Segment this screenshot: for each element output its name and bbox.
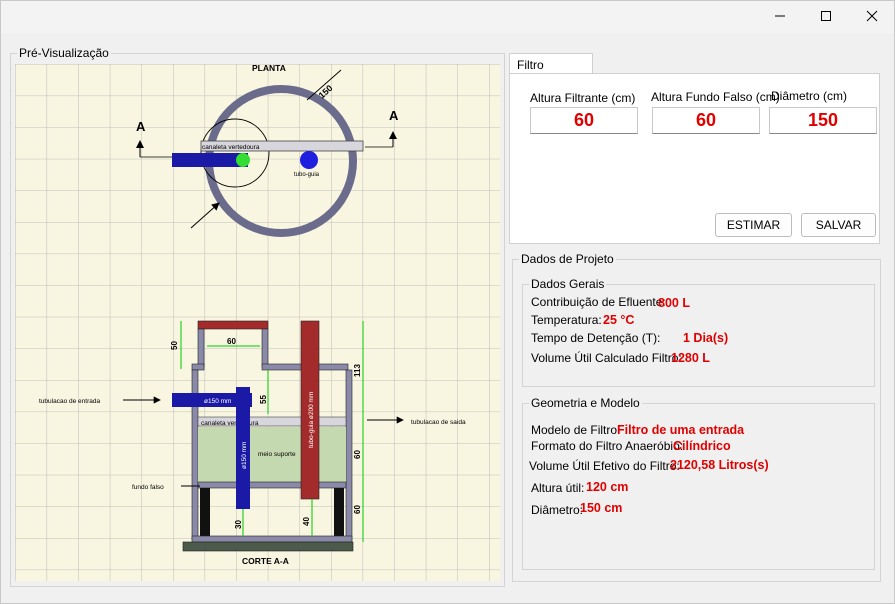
dados-projeto-title: Dados de Projeto — [519, 252, 616, 266]
diametro-geom-label: Diâmetro: — [531, 503, 584, 517]
plan-guide-label: tubo-guia — [294, 172, 320, 178]
maximize-icon — [821, 11, 831, 21]
preview-group-title: Pré-Visualização — [17, 46, 111, 60]
dim-50: 50 — [170, 341, 179, 350]
title-bar — [1, 1, 894, 33]
altura-util-label: Altura útil: — [531, 481, 585, 495]
tab-filtro-cilindrico[interactable]: Filtro Cilíndrico — [509, 53, 593, 86]
altura-fundo-falso-label: Altura Fundo Falso (cm) — [651, 90, 780, 104]
contribuicao-value: 800 L — [658, 296, 690, 310]
false-bottom-label: fundo falso — [132, 484, 164, 491]
filter-drawing: PLANTA canaleta vertedoura tubo-guia 150… — [15, 64, 500, 581]
contribuicao-label: Contribuição de Efluente: — [531, 295, 666, 309]
geometria-title: Geometria e Modelo — [529, 396, 642, 410]
section-weir-label: canaleta vertedoura — [201, 420, 259, 427]
section-neck-left — [197, 328, 205, 368]
plan-guide-pipe — [300, 151, 318, 169]
diametro-geom-value: 150 cm — [580, 501, 623, 515]
dim-113: 113 — [353, 364, 362, 377]
dados-gerais-group: Dados Gerais Contribuição de Efluente: 8… — [522, 277, 875, 387]
estimar-button[interactable]: ESTIMAR — [715, 213, 792, 237]
minimize-icon — [775, 15, 785, 17]
section-neck-right — [261, 328, 269, 368]
salvar-button[interactable]: SALVAR — [801, 213, 876, 237]
dim-60-low: 60 — [353, 505, 362, 514]
section-mark-right: A — [389, 108, 399, 123]
section-media-label: meio suporte — [258, 451, 296, 458]
section-false-bottom — [197, 481, 347, 489]
tab-panel: Altura Filtrante (cm) Altura Fundo Falso… — [509, 73, 880, 244]
dim-30: 30 — [234, 520, 243, 529]
filter-drawing-svg: PLANTA canaleta vertedoura tubo-guia 150… — [15, 64, 500, 581]
section-base-slab — [182, 541, 354, 552]
maximize-button[interactable] — [803, 1, 849, 31]
altura-filtrante-label: Altura Filtrante (cm) — [530, 91, 636, 105]
section-support-left — [200, 488, 210, 536]
section-top-cap — [197, 320, 269, 330]
altura-fundo-falso-input[interactable] — [652, 107, 760, 134]
dim-60-mid: 60 — [353, 450, 362, 459]
dados-gerais-title: Dados Gerais — [529, 277, 607, 291]
altura-util-value: 120 cm — [586, 480, 629, 494]
section-guide-pipe-label: tubo-guia ø200 mm — [308, 392, 315, 448]
modelo-label: Modelo de Filtro: — [531, 423, 621, 437]
volume-calculado-label: Volume Útil Calculado Filtro: — [531, 351, 682, 365]
altura-filtrante-input[interactable] — [530, 107, 638, 134]
diametro-input[interactable] — [769, 107, 877, 134]
plan-weir-label: canaleta vertedoura — [202, 144, 260, 151]
section-shoulder-left — [191, 363, 205, 371]
close-icon — [866, 10, 878, 22]
formato-value: Cilíndrico — [673, 439, 731, 453]
geometria-group: Geometria e Modelo Modelo de Filtro: Fil… — [522, 396, 875, 570]
minimize-button[interactable] — [757, 1, 803, 31]
tempo-label: Tempo de Detenção (T): — [531, 331, 661, 345]
section-mark-left: A — [136, 119, 146, 134]
diametro-label: Diâmetro (cm) — [771, 89, 848, 103]
volume-efetivo-label: Volume Útil Efetivo do Filtro: — [529, 459, 680, 473]
volume-efetivo-value: 2120,58 Litros(s) — [670, 458, 769, 472]
inlet-label: tubulacao de entrada — [39, 398, 100, 405]
modelo-value: Filtro de uma entrada — [617, 423, 745, 437]
formato-label: Formato do Filtro Anaeróbio: — [531, 439, 684, 453]
outlet-label: tubulacao de saida — [411, 419, 466, 426]
section-support-right — [334, 488, 344, 536]
section-title: CORTE A-A — [242, 556, 289, 566]
tempo-value: 1 Dia(s) — [683, 331, 729, 345]
section-wall-right — [345, 369, 353, 541]
close-button[interactable] — [849, 1, 895, 31]
temperatura-label: Temperatura: — [531, 313, 602, 327]
dim-55: 55 — [259, 395, 268, 404]
volume-calculado-value: 1280 L — [671, 351, 710, 365]
section-inlet-pipe-label: ø150 mm — [204, 398, 231, 405]
plan-title: PLANTA — [252, 64, 286, 73]
dim-40: 40 — [302, 517, 311, 526]
dim-60-top: 60 — [227, 337, 236, 346]
plan-inlet-end — [236, 153, 250, 167]
section-floor — [191, 535, 353, 543]
app-window: Pré-Visualização PLANTA canaleta vertedo… — [0, 0, 895, 604]
temperatura-value: 25 °C — [603, 313, 635, 327]
section-vertical-pipe-label: ø150 mm — [241, 442, 248, 469]
